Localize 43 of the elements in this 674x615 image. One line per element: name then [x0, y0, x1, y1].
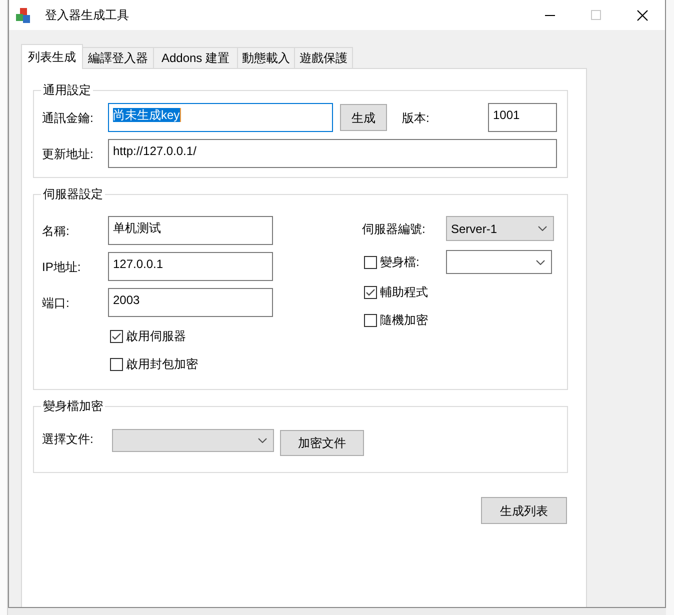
check-icon — [366, 288, 375, 296]
close-icon — [636, 10, 648, 20]
dropdown[interactable]: Server-1 — [446, 216, 554, 241]
field-label: 通訊金鑰: — [42, 110, 94, 126]
minimize-icon — [545, 14, 555, 16]
checkbox[interactable] — [110, 358, 123, 370]
group-title: 通用設定 — [41, 82, 93, 98]
field-label: 名稱: — [42, 222, 70, 238]
tab[interactable]: 遊戲保護 — [294, 47, 353, 68]
text-input[interactable]: 尚未生成key — [108, 103, 333, 132]
checkbox-label: 隨機加密 — [380, 312, 428, 328]
field-label: IP地址: — [42, 258, 82, 274]
group-title: 伺服器設定 — [41, 186, 105, 202]
checkbox[interactable] — [364, 286, 377, 298]
cubes-icon — [16, 8, 30, 22]
field-label: 更新地址: — [42, 146, 94, 162]
text-input[interactable]: 2003 — [108, 288, 273, 317]
dropdown[interactable] — [446, 250, 552, 274]
chevron-down-icon — [258, 438, 267, 443]
text-input[interactable]: 1001 — [488, 103, 557, 132]
checkbox-label: 變身檔: — [380, 254, 420, 270]
checkbox-label: 啟用伺服器 — [126, 328, 186, 344]
generate-button[interactable]: 生成 — [340, 104, 387, 131]
field-label: 伺服器編號: — [362, 220, 426, 236]
checkbox-label: 啟用封包加密 — [126, 356, 198, 372]
text-input[interactable]: http://127.0.0.1/ — [108, 139, 557, 168]
text-input[interactable]: 单机测试 — [108, 216, 273, 245]
field-label: 版本: — [402, 110, 430, 126]
field-label: 選擇文件: — [42, 431, 94, 447]
group-title: 變身檔加密 — [41, 398, 105, 414]
checkbox-label: 輔助程式 — [380, 284, 428, 300]
checkbox[interactable] — [110, 330, 123, 342]
chevron-down-icon — [536, 260, 545, 264]
field-label: 端口: — [42, 294, 70, 310]
chevron-down-icon — [538, 226, 547, 231]
encrypt-file-button[interactable]: 加密文件 — [280, 430, 364, 456]
text-input[interactable]: 127.0.0.1 — [108, 252, 273, 281]
check-icon — [112, 332, 121, 340]
checkbox[interactable] — [364, 314, 377, 326]
tab[interactable]: 列表生成 — [21, 44, 83, 69]
window-title: 登入器生成工具 — [45, 7, 129, 23]
checkbox[interactable] — [364, 256, 377, 268]
generate-list-button[interactable]: 生成列表 — [481, 497, 567, 524]
